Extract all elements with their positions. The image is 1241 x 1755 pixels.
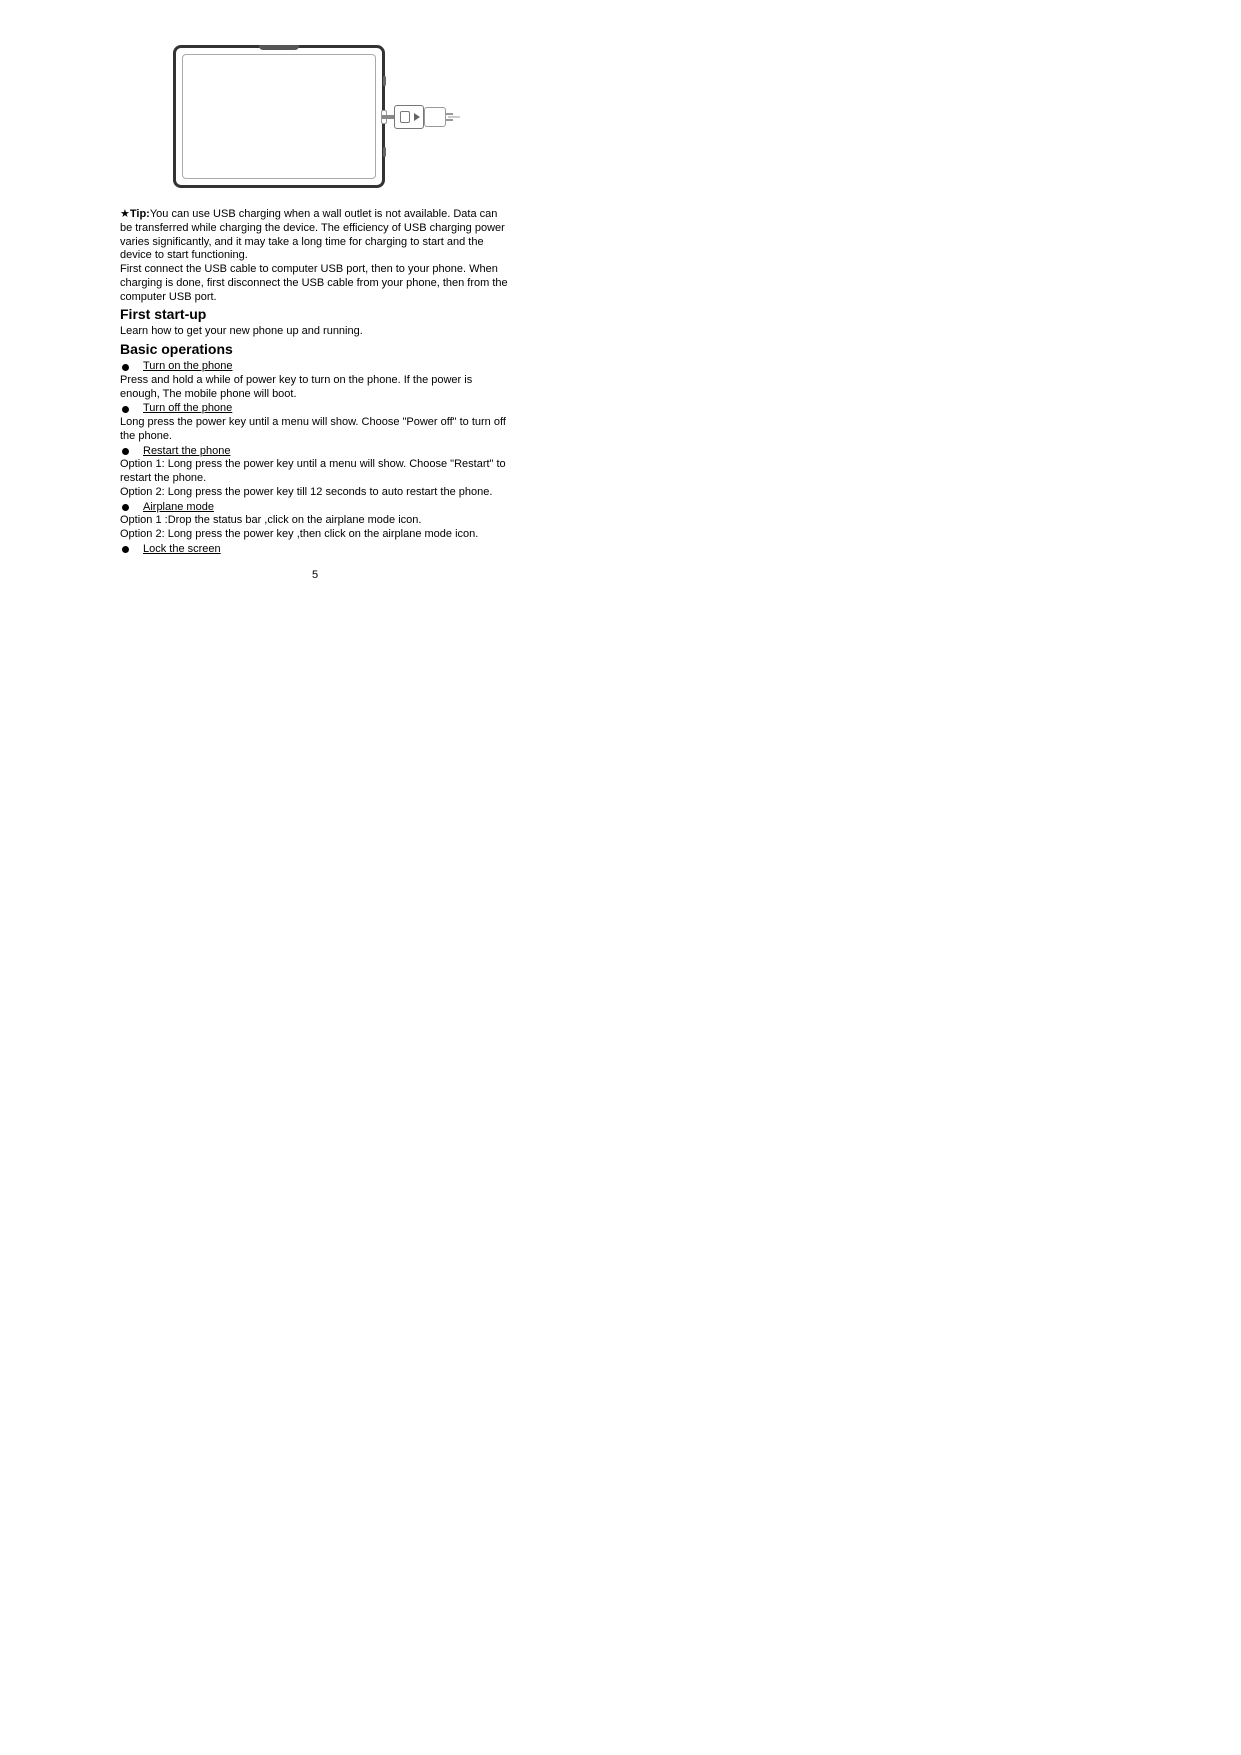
- bullet-icon: [122, 546, 129, 553]
- bullet-lock-screen: Lock the screen: [120, 543, 510, 557]
- phone-screen: [182, 54, 376, 179]
- bullet-airplane-text-2: Option 2: Long press the power key ,then…: [120, 528, 510, 542]
- play-arrow-icon: [414, 113, 420, 121]
- plug-prong-icon: [445, 113, 453, 115]
- bullet-title: Turn off the phone: [143, 402, 232, 416]
- cable-icon: [382, 115, 394, 119]
- phone-outline: [173, 45, 385, 188]
- document-page: ★Tip:You can use USB charging when a wal…: [120, 0, 510, 581]
- bullet-icon: [122, 406, 129, 413]
- bullet-turn-on-text: Press and hold a while of power key to t…: [120, 374, 510, 402]
- bullet-icon: [122, 448, 129, 455]
- page-number: 5: [120, 569, 510, 581]
- plug-icon: [424, 107, 446, 127]
- tip-continuation: device to start functioning.: [120, 249, 510, 263]
- bullet-restart: Restart the phone: [120, 445, 510, 459]
- bullet-title: Turn on the phone: [143, 360, 233, 374]
- star-icon: ★: [120, 208, 130, 220]
- heading-basic-operations: Basic operations: [120, 340, 510, 360]
- heading-first-startup: First start-up: [120, 305, 510, 325]
- tip-text: You can use USB charging when a wall out…: [120, 208, 505, 248]
- bullet-icon: [122, 364, 129, 371]
- bullet-title: Restart the phone: [143, 445, 230, 459]
- first-startup-text: Learn how to get your new phone up and r…: [120, 325, 510, 339]
- bullet-restart-text-1: Option 1: Long press the power key until…: [120, 458, 510, 486]
- bullet-turn-off-text: Long press the power key until a menu wi…: [120, 416, 510, 444]
- bullet-turn-off: Turn off the phone: [120, 402, 510, 416]
- tip-paragraph: ★Tip:You can use USB charging when a wal…: [120, 208, 510, 249]
- bullet-icon: [122, 504, 129, 511]
- bullet-title: Airplane mode: [143, 501, 214, 515]
- charger-port-icon: [400, 111, 410, 123]
- bullet-turn-on: Turn on the phone: [120, 360, 510, 374]
- bullet-title: Lock the screen: [143, 543, 221, 557]
- tip-label: Tip:: [130, 208, 150, 220]
- bullet-airplane: Airplane mode: [120, 501, 510, 515]
- side-button-icon: [383, 76, 386, 86]
- side-button-icon: [383, 147, 386, 157]
- tip-paragraph-2: First connect the USB cable to computer …: [120, 263, 510, 304]
- charging-diagram: [173, 45, 458, 188]
- plug-prong-icon: [445, 119, 453, 121]
- phone-notch: [259, 45, 299, 50]
- bullet-airplane-text-1: Option 1 :Drop the status bar ,click on …: [120, 514, 510, 528]
- charger-brick-icon: [394, 105, 424, 129]
- wire-icon: [448, 116, 460, 117]
- bullet-restart-text-2: Option 2: Long press the power key till …: [120, 486, 510, 500]
